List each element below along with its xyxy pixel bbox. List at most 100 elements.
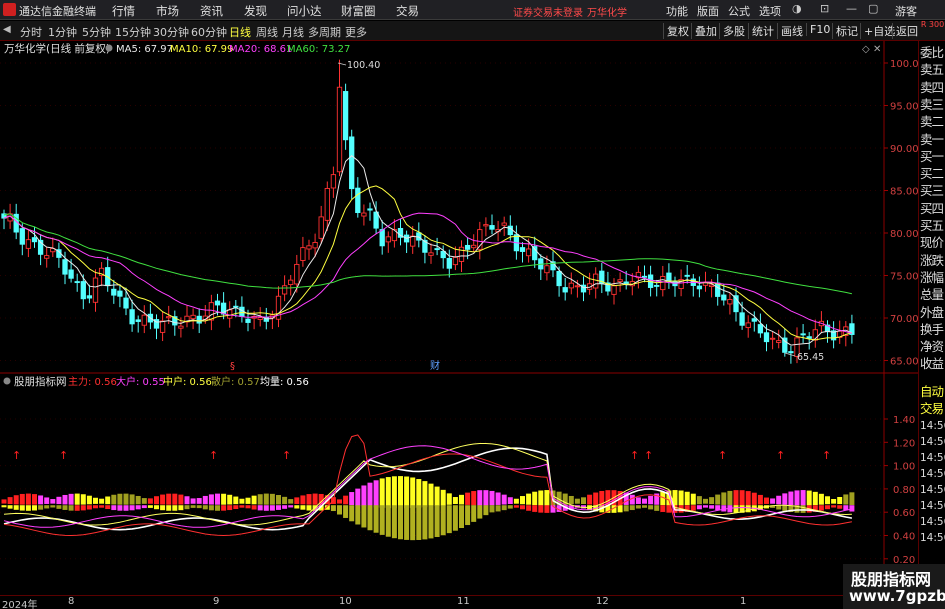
adjust-button[interactable]: 复权 [663, 23, 689, 39]
indicator-bar-up [788, 491, 794, 506]
finance-marker[interactable]: 财 [430, 359, 440, 372]
indicator-bar-up [123, 493, 129, 505]
candle-body [92, 277, 99, 303]
event-marker[interactable]: § [230, 361, 235, 372]
indicator-bar-up [477, 490, 483, 506]
indicator-bar-up [282, 496, 288, 505]
candle-body [80, 281, 86, 300]
candle-body [458, 246, 465, 262]
menu-wealth-circle[interactable]: 财富圈 [341, 3, 376, 19]
indicator-bar-up [806, 490, 812, 506]
menu-trade[interactable]: 交易 [396, 3, 419, 19]
menu-ask-xiaoda[interactable]: 问小达 [287, 3, 322, 19]
buy-signal-arrow-icon: ↑ [776, 449, 785, 462]
period-toolbar: ◀ 分时 1分钟 5分钟 15分钟 30分钟 60分钟 日线 周线 月线 多周期… [0, 21, 945, 41]
menu-market-quotes[interactable]: 行情 [112, 3, 135, 19]
close-pane-icon[interactable]: ✕ [873, 44, 881, 55]
indicator-bar-up [337, 499, 342, 504]
indicator-bar-up [99, 498, 105, 504]
indicator-bar-down [276, 505, 281, 510]
candle-body [44, 255, 50, 259]
indicator-bar-down [239, 505, 245, 508]
period-60min[interactable]: 60分钟 [191, 24, 227, 40]
auto-trade-label[interactable]: 交易 [920, 401, 945, 417]
indicator-bar-down [129, 505, 135, 511]
indicator-bar-up [489, 490, 495, 506]
indicator-bar-up [251, 495, 257, 505]
period-weekly[interactable]: 周线 [256, 24, 278, 40]
quote-field-label: 买一 [920, 148, 944, 164]
expand-icon[interactable]: ⊡ [820, 2, 829, 15]
period-monthly[interactable]: 月线 [282, 24, 304, 40]
multi-stock-button[interactable]: 多股 [719, 23, 745, 39]
back-button[interactable]: 返回 [892, 23, 918, 39]
menu-market[interactable]: 市场 [156, 3, 179, 19]
indicator-bar-up [184, 496, 190, 505]
indicator-bar-down [355, 505, 361, 525]
candle-body [721, 294, 727, 301]
menu-layout[interactable]: 版面 [697, 3, 719, 19]
period-15min[interactable]: 15分钟 [115, 24, 151, 40]
mark-button[interactable]: 标记 [832, 23, 858, 39]
minimize-icon[interactable]: — [846, 2, 857, 15]
guest-user[interactable]: 游客 [895, 3, 917, 19]
indicator-bar-down [330, 505, 336, 512]
indicator-bar-up [471, 491, 477, 506]
app-title: 通达信金融终端 [19, 5, 96, 18]
ma-toggle-icon[interactable] [105, 44, 113, 52]
indicator-bar-down [25, 505, 31, 511]
indicator-bar-up [764, 497, 769, 504]
buy-signal-arrow-icon: ↑ [630, 449, 639, 462]
period-30min[interactable]: 30分钟 [153, 24, 189, 40]
login-status[interactable]: 证券交易未登录 [513, 4, 583, 19]
candle-body [300, 247, 306, 261]
indicator-bar-up [715, 494, 721, 505]
auto-trade-label[interactable]: 自动 [920, 384, 945, 400]
menu-function[interactable]: 功能 [666, 3, 688, 19]
period-multi[interactable]: 多周期 [308, 24, 341, 40]
indicator-bar-up [56, 496, 62, 505]
indicator-bar-down [269, 505, 275, 511]
menu-formula[interactable]: 公式 [728, 3, 750, 19]
quote-field-label: 净资 [920, 339, 944, 355]
indicator-bar-up [404, 476, 410, 509]
indicator-bar-up [800, 490, 806, 506]
menu-options[interactable]: 选项 [759, 3, 781, 19]
indicator-bar-down [288, 505, 294, 508]
overlay-button[interactable]: 叠加 [691, 23, 717, 39]
candle-body [751, 318, 757, 322]
candle-body [373, 211, 379, 229]
quote-field-label: 收益 [920, 356, 944, 372]
candle-body [660, 276, 666, 291]
draw-line-button[interactable]: 画线 [777, 23, 803, 39]
skin-icon[interactable]: ◑ [792, 2, 802, 15]
candle-body [806, 336, 812, 339]
menu-discover[interactable]: 发现 [244, 3, 267, 19]
nav-left-icon[interactable]: ◀ [3, 24, 11, 35]
chart-area[interactable]: ↑ ↑ ↑ ↑ ↑ ↑ ↑ ↑ ↑ 100.0 95.00 90.00 85.00 80.00 75.00… [0, 41, 918, 595]
candle-body [31, 237, 38, 243]
indicator-bar-down [629, 505, 635, 511]
period-intraday[interactable]: 分时 [20, 24, 42, 40]
indicator-bar-up [532, 491, 538, 506]
indicator-bar-down [166, 505, 172, 511]
tick-time: 14:56 [920, 532, 945, 544]
restore-icon[interactable]: ▢ [868, 2, 878, 15]
period-more[interactable]: 更多 [345, 24, 367, 40]
period-5min[interactable]: 5分钟 [82, 24, 111, 40]
statistics-button[interactable]: 统计 [748, 23, 774, 39]
indicator-large-holder: 大户: 0.55 [116, 375, 165, 388]
indicator-bar-down [410, 505, 416, 541]
indicator-bar-down [471, 505, 477, 522]
candle-body [336, 86, 343, 173]
menu-news[interactable]: 资讯 [200, 3, 223, 19]
f10-button[interactable]: F10 [806, 23, 830, 36]
period-daily[interactable]: 日线 [229, 24, 251, 40]
period-1min[interactable]: 1分钟 [48, 24, 77, 40]
indicator-bar-up [135, 495, 141, 505]
candle-body [312, 242, 318, 249]
add-watchlist-button[interactable]: +自选 [860, 23, 895, 39]
indicator-bar-down [105, 505, 111, 510]
settings-diamond-icon[interactable]: ◇ [862, 44, 870, 55]
indicator-toggle-icon[interactable] [3, 377, 11, 385]
